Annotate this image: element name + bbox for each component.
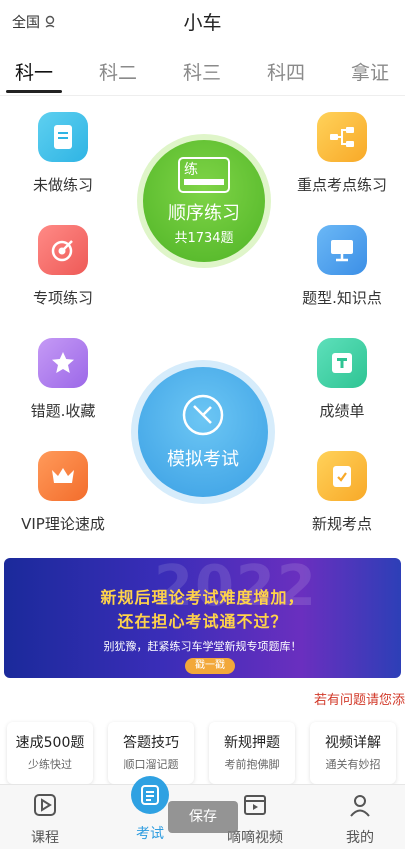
nav-mine[interactable]: 我的: [325, 789, 395, 847]
card-new-rules-predict[interactable]: 新规押题 考前抱佛脚: [209, 722, 295, 784]
mock-exam-button[interactable]: 模拟考试: [138, 367, 268, 497]
save-toast: 保存: [168, 801, 238, 833]
feature-label: VIP理论速成: [21, 515, 105, 533]
feature-label: 未做练习: [32, 176, 93, 194]
target-icon: [38, 225, 88, 275]
tab-subject-4[interactable]: 科四: [256, 58, 316, 85]
nav-course[interactable]: 课程: [10, 789, 80, 847]
feature-new-rules[interactable]: 新规考点: [282, 451, 402, 534]
report-card-icon: [317, 338, 367, 388]
card-title: 视频详解: [325, 735, 381, 751]
course-play-icon: [34, 794, 56, 816]
card-quick-500[interactable]: 速成500题 少练快过: [7, 722, 93, 784]
nav-label: 课程: [31, 830, 59, 846]
active-tab-indicator: [6, 90, 62, 93]
feature-scores[interactable]: 成绩单: [282, 338, 402, 421]
header: 全国 小车: [0, 0, 405, 44]
promo-banner[interactable]: 2022 新规后理论考试难度增加， 还在担心考试通不过？ 别犹豫，赶紧练习车学堂…: [4, 558, 401, 678]
nav-label: 我的: [346, 830, 374, 846]
sequential-practice-button[interactable]: 练 顺序练习 共1734题: [143, 140, 265, 262]
banner-headline-2: 还在担心考试通不过？: [117, 612, 288, 631]
mock-exam-label: 模拟考试: [167, 449, 239, 470]
feature-key-points[interactable]: 重点考点练习: [282, 112, 402, 195]
feature-label: 重点考点练习: [296, 176, 387, 194]
exam-nav-icon-bubble[interactable]: [131, 776, 169, 814]
card-subtitle: 少练快过: [28, 758, 72, 771]
card-subtitle: 考前抱佛脚: [224, 758, 280, 771]
feature-special-practice[interactable]: 专项练习: [3, 225, 123, 308]
feedback-link[interactable]: 若有问题请您添: [314, 689, 405, 708]
feature-label: 题型.知识点: [302, 289, 382, 307]
page-title: 小车: [183, 12, 222, 34]
person-icon: [350, 795, 370, 817]
checklist-icon: [317, 451, 367, 501]
hierarchy-icon: [317, 112, 367, 162]
feature-label: 成绩单: [319, 402, 365, 420]
card-answer-tips[interactable]: 答题技巧 顺口溜记题: [108, 722, 194, 784]
banner-cta-button[interactable]: 戳一戳: [185, 658, 235, 674]
feature-not-done[interactable]: 未做练习: [3, 112, 123, 195]
tab-subject-3[interactable]: 科三: [172, 58, 232, 85]
card-subtitle: 通关有妙招: [325, 758, 381, 771]
card-title: 速成500题: [15, 735, 85, 751]
tab-subject-2[interactable]: 科二: [88, 58, 148, 85]
practice-card-icon: 练: [178, 156, 230, 193]
feature-wrong-favorites[interactable]: 错题.收藏: [3, 338, 123, 421]
crown-icon: [38, 451, 88, 501]
document-icon: [38, 112, 88, 162]
subject-tabs: 科一 科二 科三 科四 拿证: [0, 52, 405, 96]
presentation-icon: [317, 225, 367, 275]
feature-question-types[interactable]: 题型.知识点: [282, 225, 402, 308]
exam-document-icon: [141, 785, 159, 805]
card-subtitle: 顺口溜记题: [123, 758, 179, 771]
star-icon: [38, 338, 88, 388]
sequential-practice-label: 顺序练习: [168, 202, 240, 224]
banner-subtext: 别犹豫，赶紧练习车学堂新规专项题库！: [103, 640, 302, 653]
video-icon: [244, 795, 266, 815]
svg-text:练: 练: [184, 162, 198, 178]
tab-subject-1[interactable]: 科一: [4, 58, 64, 85]
feature-label: 专项练习: [32, 289, 93, 307]
feature-label: 新规考点: [311, 515, 372, 533]
exam-clock-icon: [182, 394, 224, 436]
banner-headline-1: 新规后理论考试难度增加，: [100, 588, 305, 607]
feature-label: 错题.收藏: [30, 402, 96, 420]
tab-get-license[interactable]: 拿证: [340, 58, 400, 85]
card-video-explain[interactable]: 视频详解 通关有妙招: [310, 722, 396, 784]
question-count: 共1734题: [174, 230, 234, 246]
card-title: 新规押题: [224, 735, 280, 751]
feature-vip-theory[interactable]: VIP理论速成: [3, 451, 123, 534]
card-title: 答题技巧: [123, 735, 179, 751]
